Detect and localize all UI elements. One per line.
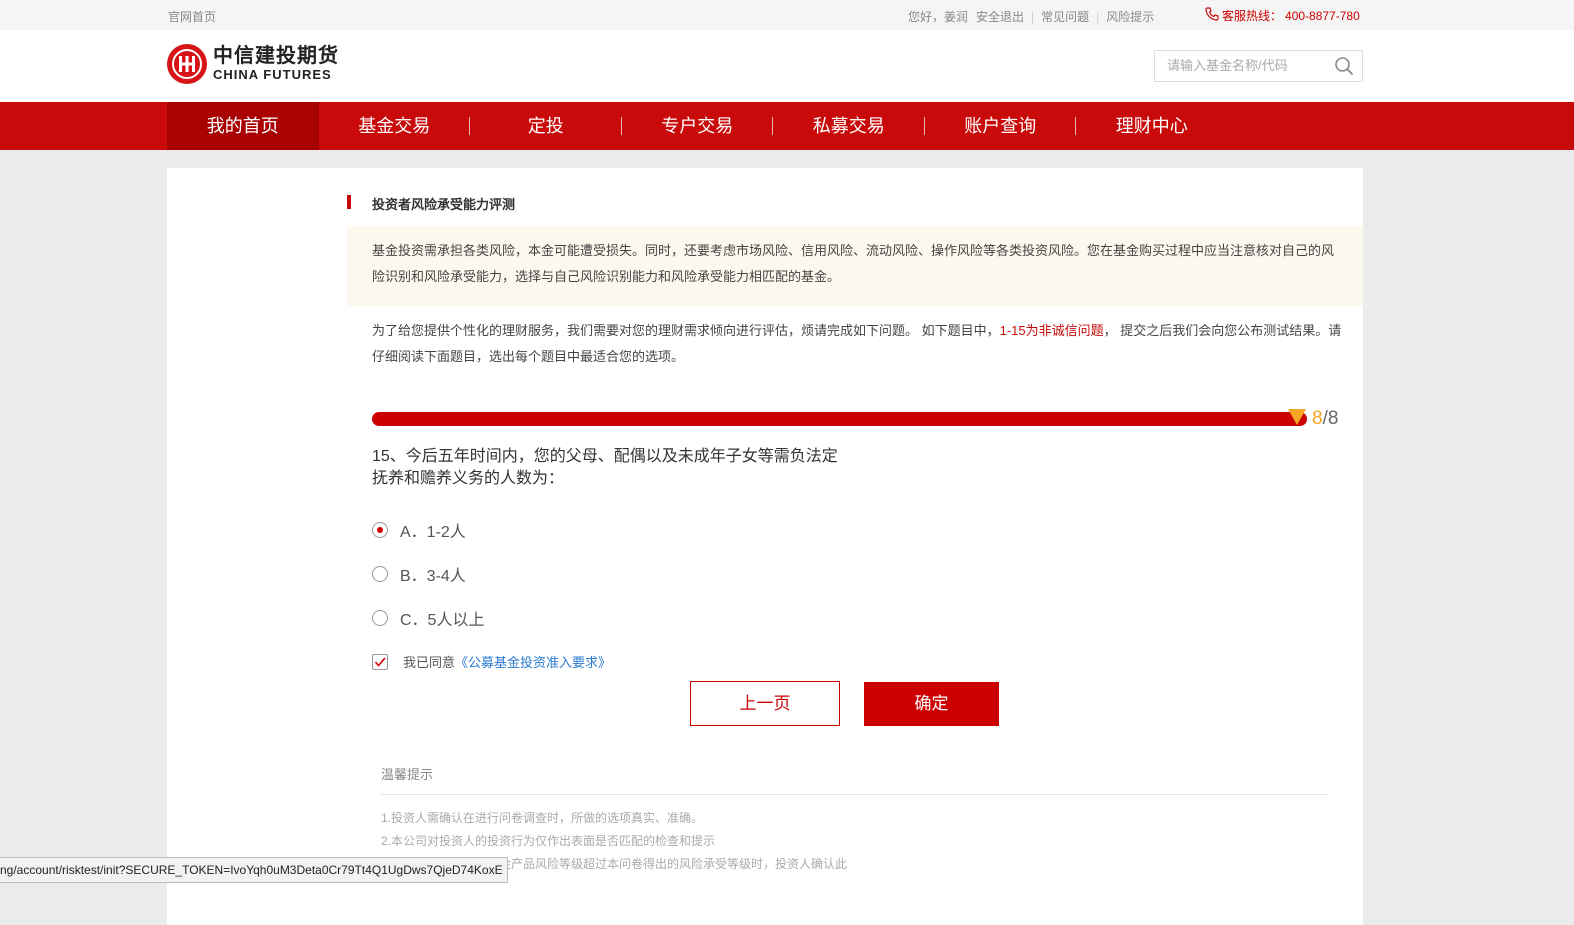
risk-assessment-card: 投资者风险承受能力评测 基金投资需承担各类风险，本金可能遭受损失。同时，还要考虑… [167, 168, 1363, 925]
nav-item-wealth-center[interactable]: 理财中心 [1076, 102, 1228, 150]
top-right-links: 您好，姜润 安全退出 | 常见问题 | 风险提示 [908, 8, 1154, 25]
search-icon[interactable] [1334, 56, 1354, 81]
intro-highlight: 1-15为非诚信问题 [999, 323, 1104, 338]
nav-label: 基金交易 [358, 116, 431, 136]
option-label: A．1-2人 [400, 524, 466, 541]
tip-item: 1.投资人需确认在进行问卷调查时，所做的选项真实、准确。 [381, 811, 704, 825]
checkmark-icon [374, 656, 386, 667]
fund-search-box [1154, 50, 1363, 82]
progress-current: 8 [1312, 408, 1323, 429]
nav-item-fixed-investment[interactable]: 定投 [470, 102, 622, 150]
nav-label: 账户查询 [964, 116, 1037, 136]
option-c[interactable]: C．5人以上 [372, 596, 484, 640]
faq-link[interactable]: 常见问题 [1041, 8, 1089, 25]
nav-item-my-home[interactable]: 我的首页 [167, 102, 319, 150]
logo-emblem-icon [167, 44, 207, 84]
logo-chinese-name: 中信建投期货 [213, 45, 339, 67]
risk-tip-link[interactable]: 风险提示 [1106, 8, 1154, 25]
hotline: 客服热线： 400-8877-780 [1205, 7, 1360, 24]
agreement-row: 我已同意 《公募基金投资准入要求》 [372, 652, 611, 671]
tip-item: 3.如投资人所选择的基金产品风险等级超过本问卷得出的风险承受等级时，投资人确认此 [381, 857, 848, 871]
title-accent-bar [347, 195, 351, 209]
previous-page-button[interactable]: 上一页 [690, 681, 840, 726]
progress-bar [372, 412, 1307, 426]
risk-notice-text: 基金投资需承担各类风险，本金可能遭受损失。同时，还要考虑市场风险、信用风险、流动… [372, 243, 1335, 284]
official-home-link[interactable]: 官网首页 [168, 8, 216, 25]
greeting-text: 您好，姜润 [908, 10, 969, 24]
progress-total: /8 [1322, 408, 1339, 429]
tip-item: 2.本公司对投资人的投资行为仅作出表面是否匹配的检查和提示 [381, 834, 716, 848]
hotline-label: 客服热线： [1222, 9, 1283, 23]
question-text: 15、今后五年时间内，您的父母、配偶以及未成年子女等需负法定抚养和赡养义务的人数… [372, 448, 838, 487]
company-logo[interactable]: 中信建投期货 CHINA FUTURES [167, 44, 339, 84]
tips-list: 1.投资人需确认在进行问卷调查时，所做的选项真实、准确。 2.本公司对投资人的投… [381, 807, 1328, 876]
radio-dot [377, 527, 383, 533]
section-title: 投资者风险承受能力评测 [347, 194, 515, 213]
nav-label: 我的首页 [206, 116, 279, 136]
nav-item-special-account[interactable]: 专户交易 [622, 102, 773, 150]
answer-options: A．1-2人 B．3-4人 C．5人以上 [372, 508, 484, 640]
logout-link[interactable]: 安全退出 [976, 8, 1024, 25]
browser-status-url: ng/account/risktest/init?SECURE_TOKEN=Iv… [0, 857, 508, 883]
hotline-number: 400-8877-780 [1285, 8, 1360, 23]
fund-search-input[interactable] [1165, 57, 1329, 74]
radio-selected[interactable] [372, 522, 388, 538]
nav-label: 定投 [527, 116, 564, 136]
nav-label: 理财中心 [1115, 116, 1188, 136]
section-title-text: 投资者风险承受能力评测 [372, 197, 516, 212]
nav-label: 专户交易 [661, 116, 734, 136]
option-a[interactable]: A．1-2人 [372, 508, 484, 552]
agreement-prefix: 我已同意 [403, 655, 456, 670]
confirm-button[interactable]: 确定 [864, 682, 999, 726]
main-nav: 我的首页 基金交易 定投 专户交易 私募交易 账户查询 理财中心 [0, 102, 1574, 150]
progress-marker-icon [1287, 408, 1307, 433]
tips-title: 温馨提示 [381, 767, 434, 782]
divider: | [1096, 9, 1100, 24]
agreement-checkbox[interactable] [372, 653, 388, 670]
header: 中信建投期货 CHINA FUTURES [0, 30, 1574, 102]
intro-part1: 为了给您提供个性化的理财服务，我们需要对您的理财需求倾向进行评估，烦请完成如下问… [372, 323, 1000, 338]
radio-unselected[interactable] [372, 566, 388, 582]
progress-counter: 8/8 [1312, 408, 1338, 430]
phone-icon [1205, 7, 1219, 24]
nav-label: 私募交易 [812, 116, 885, 136]
option-label: B．3-4人 [400, 568, 466, 585]
tips-section: 温馨提示 1.投资人需确认在进行问卷调查时，所做的选项真实、准确。 2.本公司对… [381, 764, 1328, 876]
nav-item-account-query[interactable]: 账户查询 [925, 102, 1076, 150]
progress-fill [372, 412, 1307, 426]
agreement-link[interactable]: 《公募基金投资准入要求》 [455, 652, 611, 671]
top-bar: 官网首页 您好，姜润 安全退出 | 常见问题 | 风险提示 客服热线： 400-… [0, 0, 1574, 30]
option-label: C．5人以上 [400, 612, 485, 629]
logo-english-name: CHINA FUTURES [213, 67, 332, 82]
tips-divider [381, 794, 1328, 795]
radio-unselected[interactable] [372, 610, 388, 626]
option-b[interactable]: B．3-4人 [372, 552, 484, 596]
nav-item-fund-trade[interactable]: 基金交易 [319, 102, 470, 150]
divider: | [1031, 9, 1035, 24]
intro-text: 为了给您提供个性化的理财服务，我们需要对您的理财需求倾向进行评估，烦请完成如下问… [372, 318, 1342, 370]
nav-item-private-fund[interactable]: 私募交易 [773, 102, 925, 150]
risk-notice: 基金投资需承担各类风险，本金可能遭受损失。同时，还要考虑市场风险、信用风险、流动… [347, 226, 1363, 306]
